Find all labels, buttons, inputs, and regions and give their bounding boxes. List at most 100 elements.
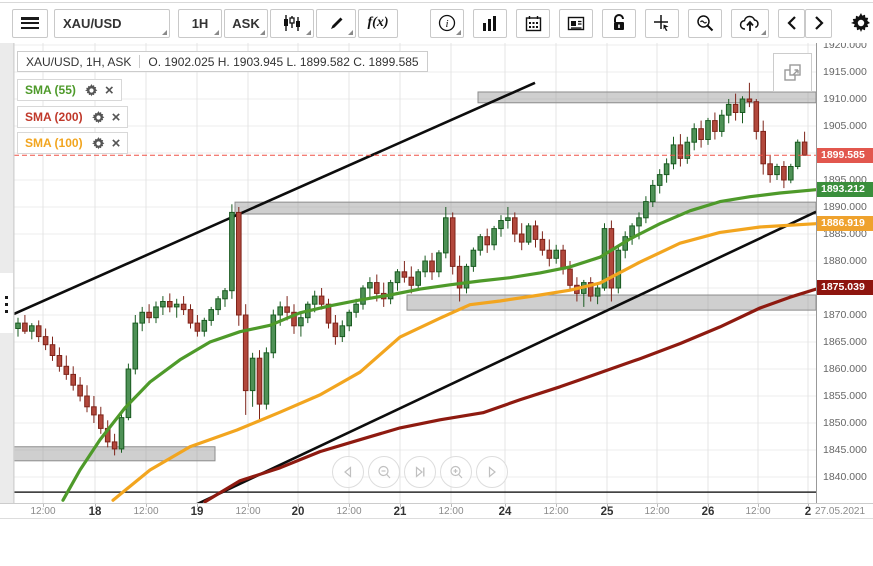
toolbar: XAU/USD 1H ASK f(x) i [0,3,873,43]
indicator-remove-icon[interactable]: × [105,83,114,98]
price-axis-label: 1840.000 [823,471,867,483]
detach-chart-button[interactable] [773,53,812,92]
price-axis-label: 1915.000 [823,66,867,78]
go-to-latest-button[interactable] [404,456,436,488]
timeline-navigator[interactable] [0,519,873,566]
price-badge: 1886.919 [817,216,873,232]
draw-tools-button[interactable] [316,8,356,38]
time-axis-tick [505,504,506,507]
chart-legend: XAU/USD, 1H, ASK O. 1902.025 H. 1903.945… [17,51,428,72]
news-button[interactable] [559,8,593,38]
time-axis-tick [556,504,557,507]
price-badge: 1899.585 [817,147,873,163]
indicator-chip-sma100: SMA (100) × [17,132,129,154]
indicator-label: SMA (200) [25,110,83,124]
time-axis-label: 12:00 [30,506,56,517]
price-axis-label: 1860.000 [823,363,867,375]
functions-button[interactable]: f(x) [358,8,398,38]
symbol-select[interactable]: XAU/USD [54,8,170,38]
volume-button[interactable] [473,8,507,38]
time-axis-label: 12:00 [438,506,464,517]
price-axis-label: 1845.000 [823,444,867,456]
menu-icon [21,17,39,29]
price-badge: 1875.039 [817,280,873,296]
crosshair-button[interactable] [645,8,679,38]
expand-icon [783,63,801,81]
lock-button[interactable] [602,8,636,38]
time-axis-tick [808,504,809,507]
pencil-icon [330,17,342,29]
price-axis-label: 1865.000 [823,336,867,348]
indicator-label: SMA (55) [25,83,76,97]
price-axis-label: 1870.000 [823,309,867,321]
timeframe-select[interactable]: 1H [178,8,222,38]
symbol-label: XAU/USD [63,15,122,31]
scroll-right-button[interactable] [476,456,508,488]
zoom-out-button[interactable] [368,456,400,488]
calendar-button[interactable] [516,8,550,38]
legend-divider [139,55,141,68]
fx-icon: f(x) [367,15,389,30]
time-axis-tick [400,504,401,507]
time-axis-tick [758,504,759,507]
zoom-in-button[interactable] [440,456,472,488]
trading-chart-window: XAU/USD 1H ASK f(x) i XAU/USD, 1H, ASK O… [0,0,873,566]
zoom-tool-button[interactable] [688,8,722,38]
time-axis-tick [657,504,658,507]
skip-to-end-icon [415,466,425,478]
indicator-settings-icon[interactable] [84,83,98,97]
candlestick-icon [284,15,300,31]
svg-text:i: i [445,18,448,30]
price-type-select[interactable]: ASK [224,8,268,38]
indicator-remove-icon[interactable]: × [112,110,121,125]
chart-type-button[interactable] [270,8,314,38]
calendar-icon [525,15,541,31]
triangle-right-icon [488,466,496,478]
time-axis-tick [146,504,147,507]
info-button[interactable]: i [430,8,464,38]
crosshair-icon [654,15,669,31]
indicator-label: SMA (100) [25,136,83,150]
legend-ohlc: O. 1902.025 H. 1903.945 L. 1899.582 C. 1… [148,54,419,69]
time-axis-tick [298,504,299,507]
time-axis[interactable]: 12:00 18 12:00 19 12:00 20 12:00 21 12:00 24 12:00… [0,503,873,519]
news-icon [567,16,585,30]
time-axis-tick [708,504,709,507]
time-axis-tick [43,504,44,507]
price-axis-label: 1880.000 [823,255,867,267]
indicator-chip-sma200: SMA (200) × [17,106,129,128]
forward-button[interactable] [805,8,832,38]
scroll-left-button[interactable] [332,456,364,488]
time-axis-tick [607,504,608,507]
indicator-chip-sma55: SMA (55) × [17,79,122,101]
price-type-label: ASK [232,15,260,31]
chart-nav-controls [332,456,508,488]
triangle-left-icon [344,466,352,478]
panel-drag-handle[interactable] [0,273,13,333]
price-axis-label: 1855.000 [823,390,867,402]
settings-button[interactable] [846,8,873,38]
menu-button[interactable] [12,8,48,38]
cloud-save-button[interactable] [731,8,769,38]
timeframe-label: 1H [191,15,209,31]
time-axis-tick [95,504,96,507]
price-axis[interactable]: 1920.0001915.0001910.0001905.0001900.000… [816,39,873,503]
left-panel-strip [0,43,14,566]
price-axis-label: 1850.000 [823,417,867,429]
unlock-icon [614,14,624,30]
price-axis-label: 1890.000 [823,201,867,213]
price-badge: 1893.212 [817,182,873,198]
volume-bars-icon [483,16,496,31]
indicator-settings-icon[interactable] [91,110,105,124]
time-axis-tick [451,504,452,507]
info-icon: i [438,14,456,32]
indicator-remove-icon[interactable]: × [112,136,121,151]
zoom-out-icon [377,465,390,478]
gear-icon [851,13,870,32]
back-button[interactable] [778,8,805,38]
legend-title: XAU/USD, 1H, ASK [26,54,132,69]
indicator-settings-icon[interactable] [91,136,105,150]
time-axis-tick [197,504,198,507]
price-axis-label: 1905.000 [823,120,867,132]
chevron-right-icon [814,16,824,30]
